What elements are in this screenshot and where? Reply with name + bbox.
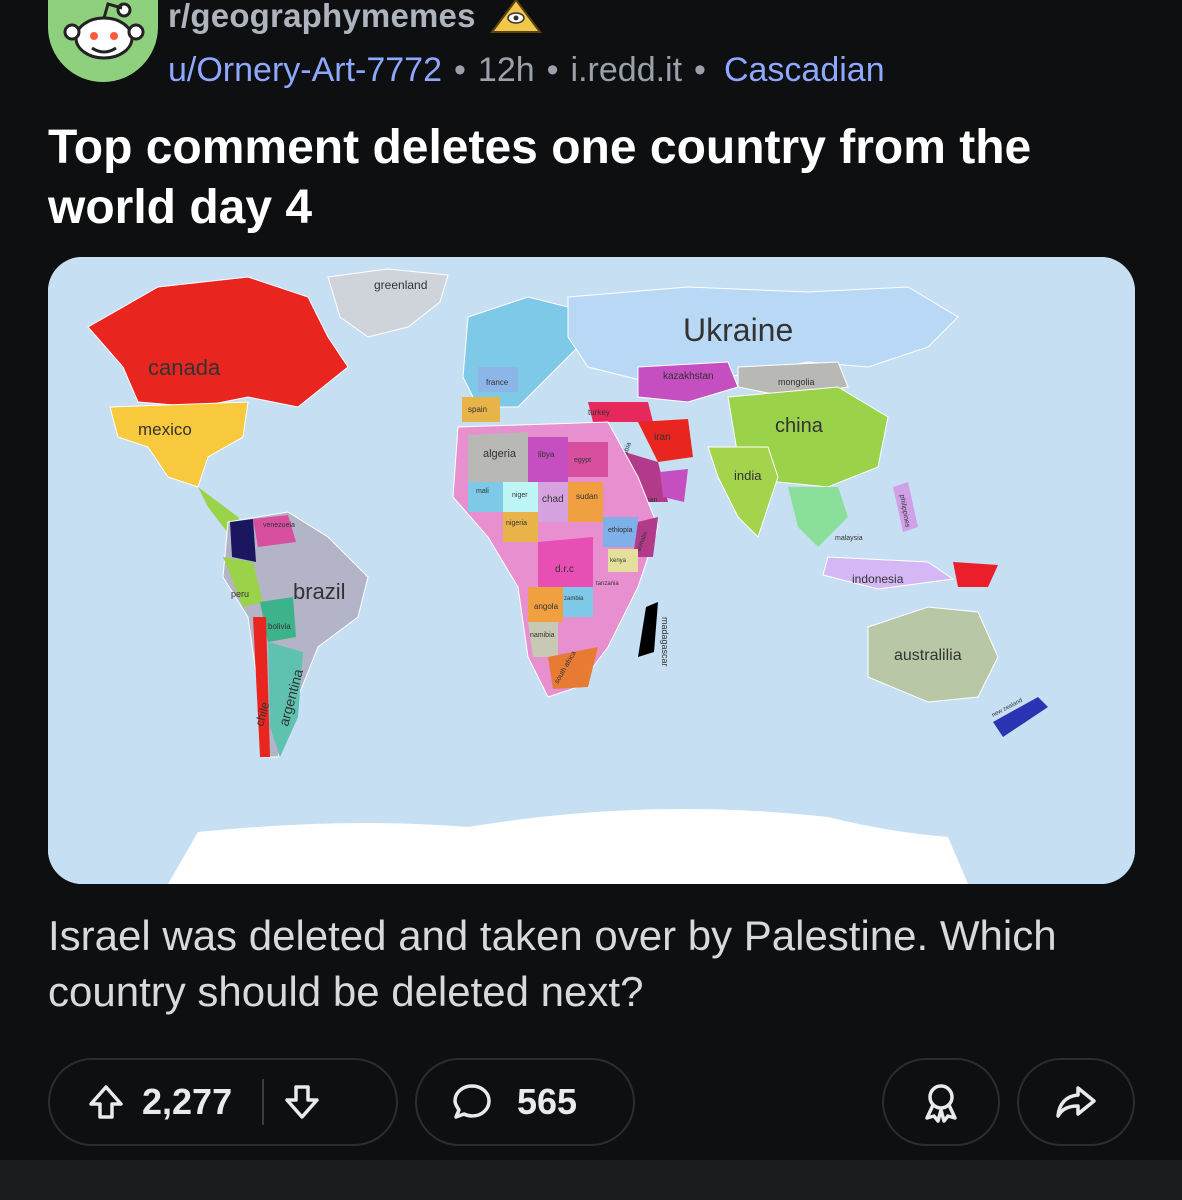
vote-group: 2,277: [48, 1058, 398, 1146]
colombia-shape: [230, 519, 256, 562]
comment-count: 565: [517, 1081, 578, 1122]
label-chad: chad: [542, 494, 564, 505]
comments-button[interactable]: 565: [415, 1058, 635, 1146]
sudan-shape: [568, 482, 603, 522]
post-age: 12h: [477, 50, 535, 89]
oman-shape: [660, 469, 688, 502]
label-indonesia: indonesia: [852, 572, 904, 586]
award-icon: [919, 1080, 963, 1124]
comment-bubble-icon: [451, 1081, 493, 1123]
separator-dot: •: [694, 50, 706, 89]
label-sudan: sudan: [576, 492, 598, 501]
label-algeria: algeria: [483, 448, 517, 460]
libya-shape: [528, 437, 568, 482]
label-egypt: egypt: [574, 457, 591, 464]
separator-dot: •: [454, 50, 466, 89]
subreddit-avatar[interactable]: [48, 0, 158, 82]
post-title[interactable]: Top comment deletes one country from the…: [48, 118, 1138, 238]
label-libya: libya: [538, 450, 555, 459]
illuminati-pyramid-icon: [489, 0, 542, 34]
label-peru: peru: [231, 589, 249, 599]
post-meta: u/Ornery-Art-7772 • 12h • i.redd.it • Ca…: [168, 48, 885, 92]
post-image-map[interactable]: greenland canada mexico brazil peru boli…: [48, 257, 1135, 884]
label-nigeria: nigeria: [506, 520, 527, 527]
label-angola: angola: [534, 602, 559, 611]
label-ethiopia: ethiopia: [608, 527, 633, 534]
label-kazakhstan: kazakhstan: [663, 371, 714, 382]
label-canada: canada: [148, 355, 221, 380]
label-australia: australilia: [894, 647, 962, 664]
label-ukraine: Ukraine: [683, 312, 793, 348]
label-china: china: [775, 415, 824, 437]
separator-dot: •: [546, 50, 559, 89]
upvote-count: 2,277: [142, 1081, 233, 1122]
share-button[interactable]: [1017, 1058, 1135, 1146]
label-kenya: kenya: [610, 558, 627, 564]
label-tanzania: tanzania: [596, 581, 619, 587]
label-namibia: namibia: [530, 632, 555, 639]
author-link[interactable]: u/Ornery-Art-7772: [168, 51, 442, 90]
label-greenland: greenland: [374, 278, 427, 292]
label-malaysia: malaysia: [835, 535, 863, 542]
vote-divider: [262, 1079, 265, 1125]
subreddit-name[interactable]: r/geographymemes: [168, 0, 476, 35]
zambia-shape: [563, 587, 593, 617]
subreddit-row: r/geographymemes: [168, 0, 542, 38]
post-body: Israel was deleted and taken over by Pal…: [48, 912, 1057, 1015]
label-venezuela: venezuela: [263, 522, 295, 529]
post-domain[interactable]: i.redd.it: [571, 51, 683, 90]
label-mexico: mexico: [138, 420, 192, 439]
award-button[interactable]: [882, 1058, 1000, 1146]
label-zambia: zambia: [564, 596, 584, 602]
label-iran: iran: [654, 432, 671, 443]
mali-shape: [468, 482, 508, 512]
label-madagascar: madagascar: [660, 617, 670, 667]
bottom-bar: [0, 1160, 1182, 1200]
downvote-icon[interactable]: [282, 1082, 322, 1122]
namibia-shape: [528, 622, 558, 657]
drc-shape: [538, 537, 593, 587]
share-arrow-icon: [1054, 1080, 1098, 1124]
label-brazil: brazil: [293, 579, 346, 604]
label-niger: niger: [512, 492, 528, 499]
label-spain: spain: [468, 405, 487, 414]
label-drc: d.r.c: [555, 564, 574, 575]
label-mali: mali: [476, 488, 489, 495]
upvote-icon[interactable]: [86, 1082, 126, 1122]
label-france: france: [486, 378, 509, 387]
nigeria-shape: [503, 512, 538, 542]
label-india: india: [734, 468, 762, 483]
label-turkey: turkey: [588, 408, 610, 417]
tanzania-shape: [593, 572, 628, 602]
label-bolivia: bolivia: [268, 622, 291, 631]
label-mongolia: mongolia: [778, 377, 815, 387]
user-flair: Cascadian: [723, 50, 885, 89]
